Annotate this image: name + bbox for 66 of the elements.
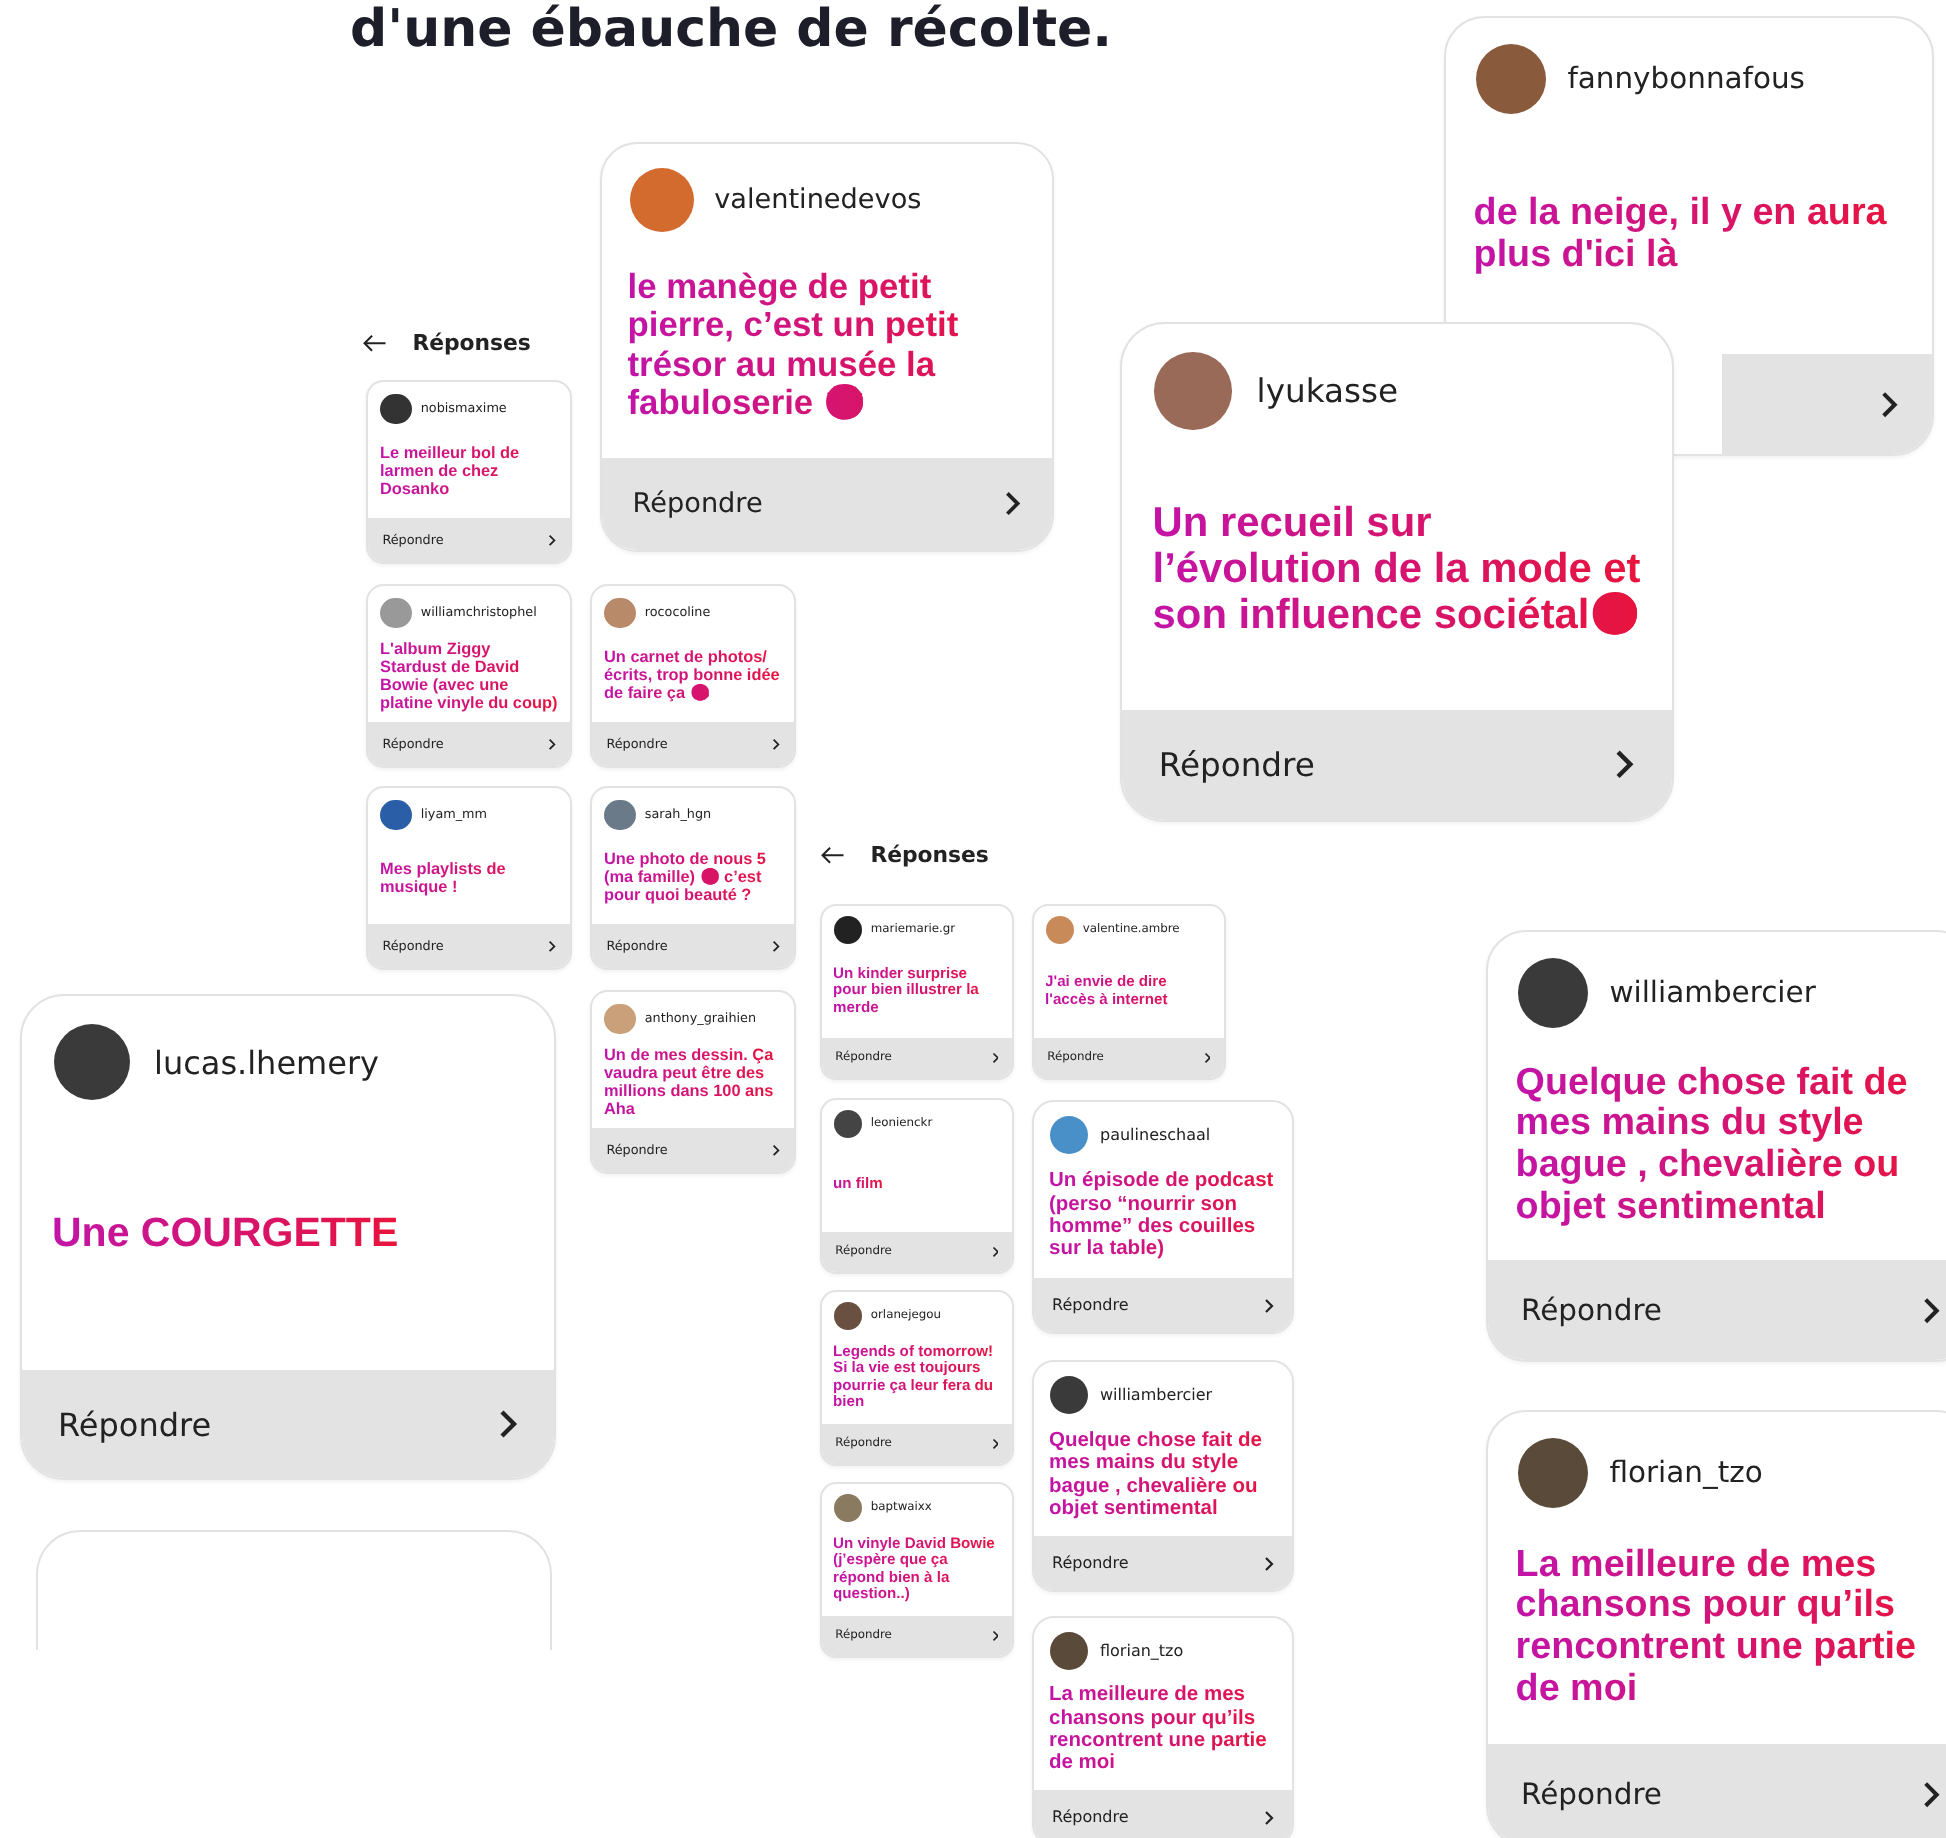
avatar-icon <box>833 1302 862 1331</box>
chevron-right-icon <box>547 534 556 547</box>
reply-button[interactable]: Répondre <box>1488 1744 1946 1838</box>
avatar-icon <box>833 1110 862 1139</box>
chevron-right-icon <box>991 1246 999 1258</box>
chevron-right-icon <box>547 738 556 751</box>
avatar-icon <box>604 1003 636 1034</box>
username: lyukasse <box>1256 372 1399 411</box>
avatar-icon <box>380 597 412 628</box>
avatar-icon <box>1517 1437 1588 1508</box>
username: florian_tzo <box>1609 1455 1763 1490</box>
message-text: Un recueil sur l’évolution de la mode et son influence sociétal😄 <box>1152 500 1642 639</box>
avatar-icon <box>1045 916 1074 945</box>
avatar-icon <box>604 597 636 628</box>
avatar-icon <box>833 916 862 945</box>
replies-title: Réponses <box>870 842 989 868</box>
avatar-icon <box>380 393 412 424</box>
chevron-right-icon <box>991 1630 999 1642</box>
chevron-right-icon <box>991 1438 999 1450</box>
back-arrow-icon[interactable] <box>820 845 846 865</box>
avatar-icon <box>833 1494 862 1523</box>
avatar-icon <box>54 1024 130 1100</box>
message-text: L'album Ziggy Stardust de David Bowie (avec une platine vinyle du coup) <box>380 639 558 712</box>
chevron-right-icon <box>771 940 780 953</box>
chevron-right-icon <box>547 940 556 953</box>
chevron-right-icon <box>1264 1555 1274 1571</box>
chevron-right-icon <box>1004 490 1022 518</box>
username: valentinedevos <box>714 184 922 217</box>
chevron-right-icon <box>771 1144 780 1157</box>
chevron-right-icon <box>498 1408 518 1440</box>
back-arrow-icon[interactable] <box>362 333 388 353</box>
avatar-icon <box>1050 1632 1088 1670</box>
avatar-icon <box>380 799 412 830</box>
reply-button[interactable]: Répondre <box>1122 709 1672 820</box>
chevron-right-icon <box>771 738 780 751</box>
avatar-icon <box>1050 1116 1088 1154</box>
chevron-right-icon <box>991 1052 999 1064</box>
chevron-right-icon <box>1264 1297 1274 1313</box>
reply-button[interactable]: Répondre <box>1034 1278 1292 1332</box>
reply-button[interactable]: Répondre <box>1034 1790 1292 1838</box>
username: fannybonnafous <box>1567 61 1805 96</box>
message-text: Un épisode de podcast (perso “nourrir son homme” des couilles sur la table) <box>1049 1170 1277 1262</box>
avatar-icon <box>629 167 694 233</box>
avatar-icon <box>1154 352 1233 431</box>
avatar-icon <box>604 799 636 830</box>
chevron-right-icon <box>1614 748 1636 782</box>
chevron-right-icon <box>1922 1779 1941 1810</box>
username: williambercier <box>1609 975 1816 1010</box>
username: paulineschaal <box>1100 1126 1211 1144</box>
username: lucas.lhemery <box>154 1043 380 1081</box>
chevron-right-icon <box>1880 389 1899 420</box>
username: florian_tzo <box>1100 1642 1184 1660</box>
heading-text: d'une ébauche de récolte. <box>350 0 1113 60</box>
replies-title: Réponses <box>412 330 531 356</box>
chevron-right-icon <box>1264 1809 1274 1825</box>
chevron-right-icon <box>1203 1052 1211 1064</box>
reply-button[interactable]: Répondre <box>602 458 1052 550</box>
username: williambercier <box>1100 1386 1213 1404</box>
reply-button[interactable]: Répondre <box>1488 1260 1946 1360</box>
message-text: Un carnet de photos/ écrits, trop bonne idée de faire ça 😘 <box>604 648 782 703</box>
avatar-icon <box>1475 43 1546 114</box>
avatar-icon <box>1050 1376 1088 1414</box>
reply-button[interactable]: Répondre <box>22 1370 554 1478</box>
avatar-icon <box>1517 957 1588 1028</box>
reply-button[interactable]: Répondre <box>1034 1536 1292 1590</box>
chevron-right-icon <box>1922 1295 1941 1326</box>
